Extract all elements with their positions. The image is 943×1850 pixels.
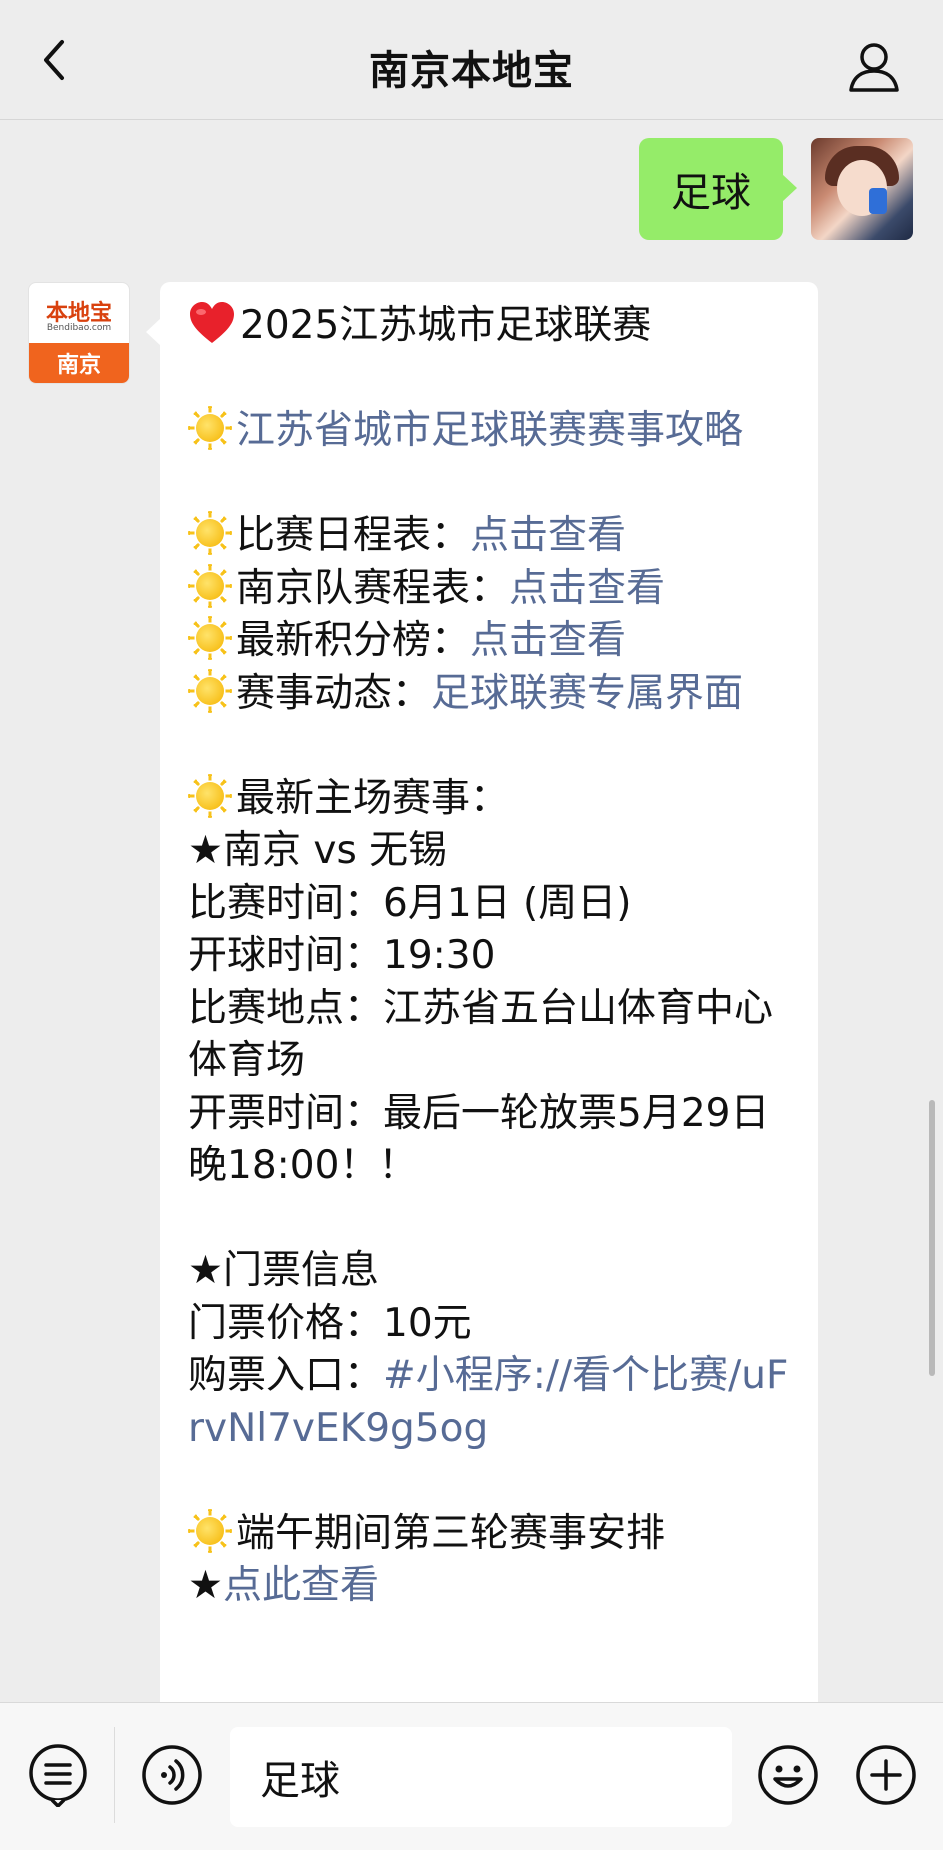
message-line: 最新积分榜：点击查看	[188, 615, 790, 668]
person-icon[interactable]	[847, 40, 901, 94]
message-text: 开球时间：19:30	[188, 933, 496, 978]
message-text: 门票价格：10元	[188, 1300, 472, 1346]
message-text: 赛事动态：	[236, 670, 432, 716]
message-line: 比赛地点：江苏省五台山体育中心体育场	[188, 983, 790, 1088]
message-line: ★点此查看	[188, 1560, 790, 1613]
message-line: 赛事动态：足球联赛专属界面	[188, 668, 790, 721]
user-avatar[interactable]	[811, 138, 913, 240]
message-link[interactable]: 点击查看	[470, 618, 626, 663]
outgoing-message-bubble[interactable]: 足球	[639, 138, 797, 240]
avatar-brand-domain: Bendibao.com	[46, 323, 112, 333]
message-text: ★	[188, 1563, 223, 1608]
message-text: 南京队赛程表：	[236, 565, 510, 611]
message-link[interactable]: 点击查看	[470, 513, 626, 558]
sun-emoji-icon	[188, 774, 232, 818]
message-text: 端午期间第三轮赛事安排	[236, 1510, 666, 1556]
message-line: 开球时间：19:30	[188, 930, 790, 983]
message-line: 江苏省城市足球联赛赛事攻略	[188, 405, 790, 458]
outgoing-message: 足球	[639, 138, 913, 240]
message-text: 最新积分榜：	[236, 618, 471, 663]
message-text: 最新主场赛事：	[236, 775, 510, 821]
message-link[interactable]: 点击查看	[509, 566, 665, 611]
message-line: 最新主场赛事：	[188, 773, 790, 826]
sun-emoji-icon	[188, 406, 232, 450]
message-line: ★南京 vs 无锡	[188, 825, 790, 878]
message-line: 购票入口：#小程序://看个比赛/uFrvNl7vEK9g5og	[188, 1350, 790, 1455]
chat-title: 南京本地宝	[369, 48, 574, 94]
avatar-city-label: 南京	[29, 343, 129, 383]
message-text: 比赛时间：6月1日 (周日)	[188, 880, 632, 926]
emoji-smile-icon[interactable]	[756, 1743, 820, 1807]
message-line: ★门票信息	[188, 1245, 790, 1298]
message-text: 比赛地点：江苏省五台山体育中心体育场	[188, 985, 774, 1084]
message-link[interactable]: 江苏省城市足球联赛赛事攻略	[236, 408, 743, 453]
heart-emoji-icon	[190, 302, 234, 343]
voice-icon[interactable]	[140, 1743, 204, 1807]
message-text: 比赛日程表：	[236, 513, 471, 558]
plus-icon[interactable]	[854, 1743, 918, 1807]
message-text: 购票入口：	[188, 1353, 384, 1398]
message-line: 开票时间：最后一轮放票5月29日晚18:00！！	[188, 1088, 790, 1193]
sun-emoji-icon	[188, 669, 232, 713]
message-text: 2025江苏城市足球联赛	[240, 303, 652, 348]
message-link[interactable]: 点此查看	[223, 1563, 379, 1608]
chat-header: 南京本地宝	[0, 0, 943, 120]
message-text: 开票时间：最后一轮放票5月29日晚18:00！！	[188, 1090, 770, 1189]
message-line: 比赛时间：6月1日 (周日)	[188, 878, 790, 931]
message-line: 比赛日程表：点击查看	[188, 510, 790, 563]
message-input[interactable]: 足球	[230, 1727, 732, 1827]
message-line: 2025江苏城市足球联赛	[188, 300, 790, 353]
scrollbar[interactable]	[929, 1100, 935, 1376]
sun-emoji-icon	[188, 1509, 232, 1553]
message-line: 端午期间第三轮赛事安排	[188, 1508, 790, 1561]
account-avatar[interactable]: 本地宝 Bendibao.com 南京	[28, 282, 130, 384]
message-text: ★南京 vs 无锡	[188, 828, 448, 873]
message-link[interactable]: 足球联赛专属界面	[431, 671, 743, 716]
message-line: 南京队赛程表：点击查看	[188, 563, 790, 616]
sun-emoji-icon	[188, 511, 232, 555]
incoming-message-bubble: 2025江苏城市足球联赛 江苏省城市足球联赛赛事攻略 比赛日程表：点击查看 南京队赛程…	[146, 282, 818, 1702]
sun-emoji-icon	[188, 616, 232, 660]
message-text: ★门票信息	[188, 1248, 379, 1293]
input-toolbar: 足球	[0, 1702, 943, 1850]
toolbar-divider	[114, 1727, 115, 1823]
sun-emoji-icon	[188, 564, 232, 608]
message-line: 门票价格：10元	[188, 1298, 790, 1351]
menu-list-icon[interactable]	[26, 1743, 90, 1807]
